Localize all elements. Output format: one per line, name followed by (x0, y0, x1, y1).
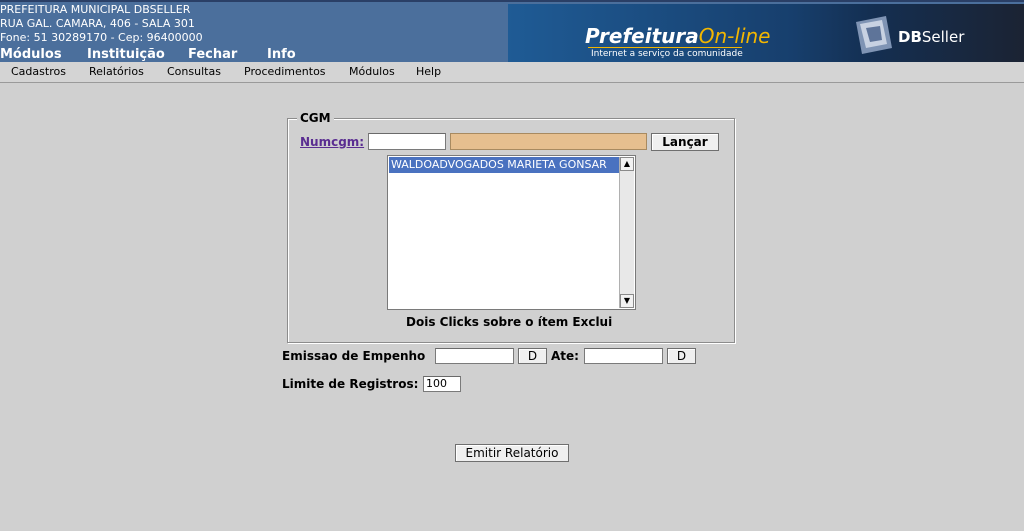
tagline-rule (588, 47, 742, 48)
cgm-legend: CGM (297, 111, 334, 125)
date-picker-button-start[interactable]: D (518, 348, 547, 364)
dbseller-bold: DB (898, 28, 922, 46)
institution-name: PREFEITURA MUNICIPAL DBSELLER (0, 3, 191, 16)
submenu-consultas[interactable]: Consultas (167, 65, 221, 78)
scroll-up-arrow-icon[interactable]: ▲ (620, 157, 634, 171)
menu-instituicao[interactable]: Instituição (87, 47, 165, 62)
list-item[interactable]: WALDOADVOGADOS MARIETA GONSAR (389, 157, 620, 173)
emissao-label: Emissao de Empenho (282, 349, 426, 363)
ate-label: Ate: (551, 349, 579, 363)
emitir-relatorio-button[interactable]: Emitir Relatório (455, 444, 569, 462)
limite-label: Limite de Registros: (282, 377, 419, 391)
numcgm-input[interactable] (368, 133, 446, 150)
dbseller-rest: Seller (921, 28, 965, 46)
data-inicial-input[interactable] (435, 348, 514, 364)
header: PREFEITURA MUNICIPAL DBSELLER RUA GAL. C… (0, 0, 1024, 62)
date-picker-button-end[interactable]: D (667, 348, 696, 364)
submenu-bar: Cadastros Relatórios Consultas Procedime… (0, 62, 1024, 83)
list-scrollbar[interactable]: ▲ ▼ (619, 157, 634, 308)
institution-phone: Fone: 51 30289170 - Cep: 96400000 (0, 31, 203, 44)
scroll-down-arrow-icon[interactable]: ▼ (620, 294, 634, 308)
cgm-selected-list[interactable]: WALDOADVOGADOS MARIETA GONSAR ▲ ▼ (387, 155, 636, 310)
cgm-name-field (450, 133, 647, 150)
submenu-modulos[interactable]: Módulos (349, 65, 395, 78)
brand-tagline: Internet a serviço da comunidade (591, 49, 743, 59)
submenu-relatorios[interactable]: Relatórios (89, 65, 144, 78)
limite-registros-input[interactable] (423, 376, 461, 392)
brand-main: Prefeitura (585, 24, 699, 48)
dbseller-logo-icon (856, 16, 892, 54)
brand-accent: On-line (698, 24, 771, 48)
submenu-help[interactable]: Help (416, 65, 441, 78)
menu-info[interactable]: Info (267, 47, 296, 62)
header-top-rule (0, 0, 1024, 2)
dbseller-wordmark: DBSeller (898, 28, 964, 46)
list-hint: Dois Clicks sobre o ítem Exclui (406, 315, 613, 329)
banner: PrefeituraOn-line Internet a serviço da … (508, 4, 1024, 62)
menu-modulos[interactable]: Módulos (0, 47, 62, 62)
menu-fechar[interactable]: Fechar (188, 47, 237, 62)
brand-logo-text: PrefeituraOn-line (585, 24, 770, 48)
numcgm-link[interactable]: Numcgm: (300, 135, 364, 149)
submenu-procedimentos[interactable]: Procedimentos (244, 65, 326, 78)
data-final-input[interactable] (584, 348, 663, 364)
institution-address: RUA GAL. CAMARA, 406 - SALA 301 (0, 17, 195, 30)
lancar-button[interactable]: Lançar (651, 133, 719, 151)
submenu-cadastros[interactable]: Cadastros (11, 65, 66, 78)
